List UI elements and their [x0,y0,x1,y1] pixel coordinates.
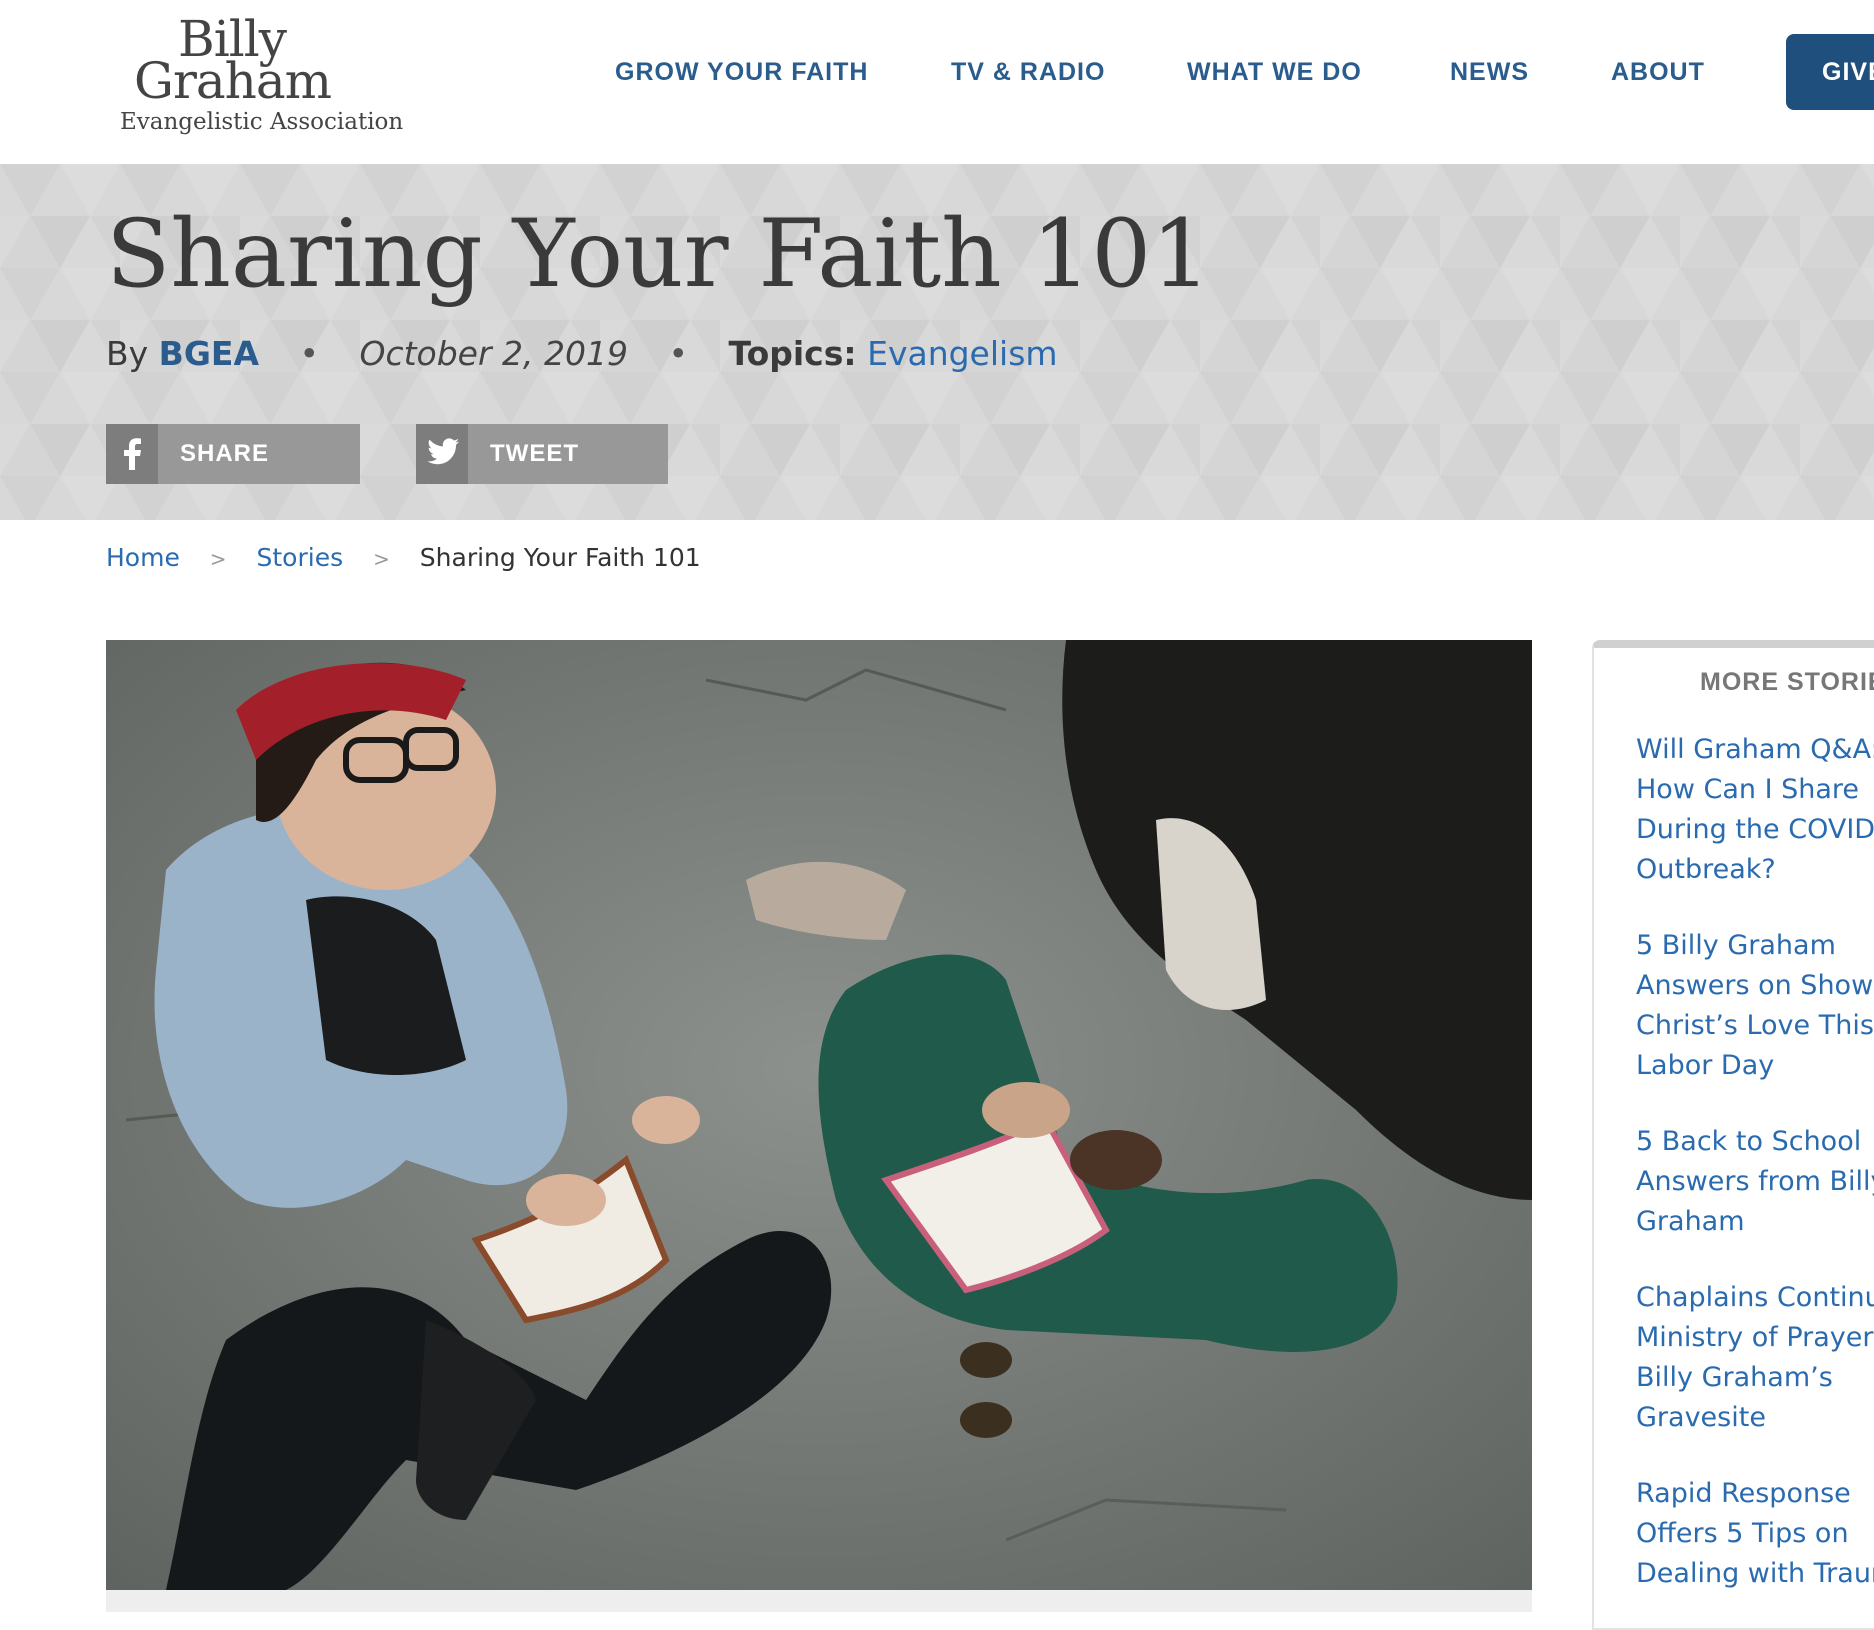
byline-separator: • [668,334,688,373]
breadcrumb-home[interactable]: Home [106,543,180,572]
twitter-icon [416,424,468,484]
share-label: SHARE [180,440,270,467]
facebook-share-button[interactable]: SHARE [106,424,360,484]
breadcrumb-separator: > [209,547,227,571]
author-link[interactable]: BGEA [159,334,259,373]
facebook-icon [106,424,158,484]
topics-label: Topics: [728,334,857,373]
article-byline: By BGEA • October 2, 2019 • Topics: Evan… [106,332,1058,376]
nav-what-we-do[interactable]: WHAT WE DO [1187,52,1362,92]
logo-line-association: Evangelistic Association [120,109,404,135]
byline-separator: • [299,334,319,373]
bgea-logo[interactable]: Billy Graham Evangelistic Association [120,14,403,134]
give-button[interactable]: GIVE [1786,34,1874,110]
more-stories-sidebar: MORE STORIES Will Graham Q&A: How Can I … [1592,640,1874,1630]
topic-link-evangelism[interactable]: Evangelism [867,334,1057,373]
image-caption-strip [106,1590,1532,1612]
nav-tv-radio[interactable]: TV & RADIO [951,52,1105,92]
logo-line-graham: Graham [134,52,332,110]
by-label: By [106,334,149,373]
nav-grow-your-faith[interactable]: GROW YOUR FAITH [615,52,868,92]
nav-news[interactable]: NEWS [1450,52,1529,92]
story-link[interactable]: Will Graham Q&A: How Can I Share During … [1636,730,1874,890]
tweet-label: TWEET [490,440,579,467]
two-women-reading-bibles-photo [106,640,1532,1590]
article-hero: Sharing Your Faith 101 By BGEA • October… [0,164,1874,520]
breadcrumb-stories[interactable]: Stories [257,543,344,572]
site-header: Billy Graham Evangelistic Association GR… [0,0,1874,164]
publish-date: October 2, 2019 [359,334,628,373]
more-stories-heading: MORE STORIES [1700,668,1874,696]
page-title: Sharing Your Faith 101 [106,200,1211,309]
story-link[interactable]: Chaplains Continue Ministry of Prayer at… [1636,1278,1874,1438]
twitter-tweet-button[interactable]: TWEET [416,424,668,484]
article-featured-image [106,640,1532,1590]
breadcrumb-separator: > [373,547,390,571]
story-link[interactable]: 5 Back to School Answers from Billy Grah… [1636,1122,1874,1242]
breadcrumb: Home > Stories > Sharing Your Faith 101 [106,538,701,578]
breadcrumb-current: Sharing Your Faith 101 [419,543,701,572]
nav-about[interactable]: ABOUT [1611,52,1705,92]
story-link[interactable]: 5 Billy Graham Answers on Showing Christ… [1636,926,1874,1086]
story-list: Will Graham Q&A: How Can I Share During … [1636,730,1874,1630]
story-link[interactable]: Rapid Response Offers 5 Tips on Dealing … [1636,1474,1874,1594]
